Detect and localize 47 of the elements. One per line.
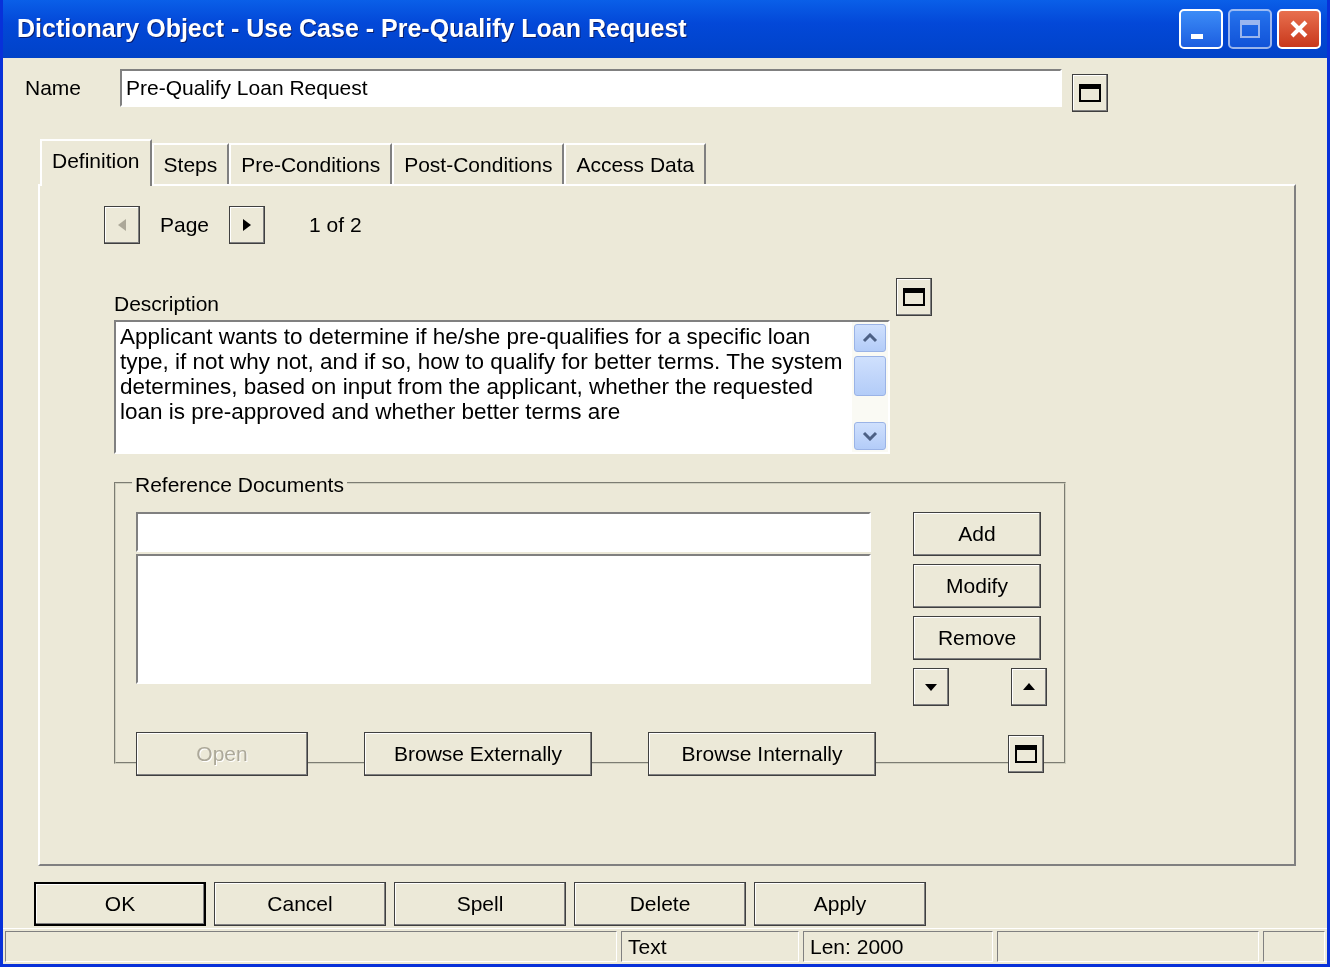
- expand-button[interactable]: [896, 278, 932, 316]
- tab[interactable]: Steps: [151, 142, 230, 184]
- status-text: Len: 2000: [803, 931, 993, 962]
- page-label: Page: [160, 212, 210, 239]
- left-arrow-icon: [116, 218, 128, 232]
- tab[interactable]: Access Data: [564, 142, 707, 184]
- name-label: Name: [25, 75, 83, 102]
- tab[interactable]: Post-Conditions: [392, 142, 565, 184]
- name-field[interactable]: Pre-Qualify Loan Request: [120, 69, 1062, 107]
- status-text: Text: [621, 931, 799, 962]
- scroll-up-icon[interactable]: [854, 323, 886, 352]
- minimize-button[interactable]: [1179, 9, 1223, 49]
- up-arrow-icon: [1022, 681, 1036, 692]
- maximize-button[interactable]: [1228, 9, 1272, 49]
- action-button[interactable]: Browse Internally: [648, 731, 876, 776]
- dialog-button[interactable]: OK: [34, 882, 206, 926]
- dialog-button[interactable]: Delete: [574, 882, 746, 926]
- dialog-button[interactable]: Apply: [754, 882, 926, 926]
- dialog-button[interactable]: Cancel: [214, 882, 386, 926]
- scroll-thumb[interactable]: [854, 355, 886, 396]
- maximize-icon: [1238, 18, 1262, 40]
- description-field[interactable]: Applicant wants to determine if he/she pre-qualifies for a specific loan type, if not why not, and if so, how to qualify for better terms. The system determines, based on input from the applicant, whether the requested loan is pre-approved and whether better terms are: [114, 319, 890, 454]
- tab[interactable]: Pre-Conditions: [229, 142, 393, 184]
- action-button[interactable]: Add: [913, 511, 1041, 556]
- document-input-field[interactable]: [136, 511, 871, 552]
- expand-button[interactable]: [1072, 74, 1108, 112]
- action-button[interactable]: Remove: [913, 615, 1041, 660]
- window-icon: [1014, 743, 1038, 764]
- status-pane: [1263, 931, 1325, 962]
- window-icon: [902, 287, 926, 307]
- expand-button[interactable]: [1008, 734, 1044, 773]
- description-label: Description: [114, 291, 221, 317]
- tab[interactable]: Definition: [40, 138, 152, 186]
- action-button[interactable]: Modify: [913, 563, 1041, 608]
- move-up-button[interactable]: [1011, 667, 1047, 706]
- window-icon: [1078, 83, 1102, 103]
- next-page-button[interactable]: [229, 206, 266, 244]
- scroll-down-icon[interactable]: [854, 421, 886, 450]
- down-arrow-icon: [924, 681, 938, 692]
- move-down-button[interactable]: [913, 667, 949, 706]
- close-button[interactable]: [1277, 9, 1321, 49]
- minimize-icon: [1191, 33, 1203, 39]
- scrollbar[interactable]: [852, 321, 888, 452]
- window-title: Dictionary Object - Use Case - Pre-Qualify Loan Request: [17, 13, 688, 45]
- action-button[interactable]: Browse Externally: [364, 731, 592, 776]
- page-number: 1 of 2: [309, 212, 362, 239]
- dialog-button[interactable]: Spell: [394, 882, 566, 926]
